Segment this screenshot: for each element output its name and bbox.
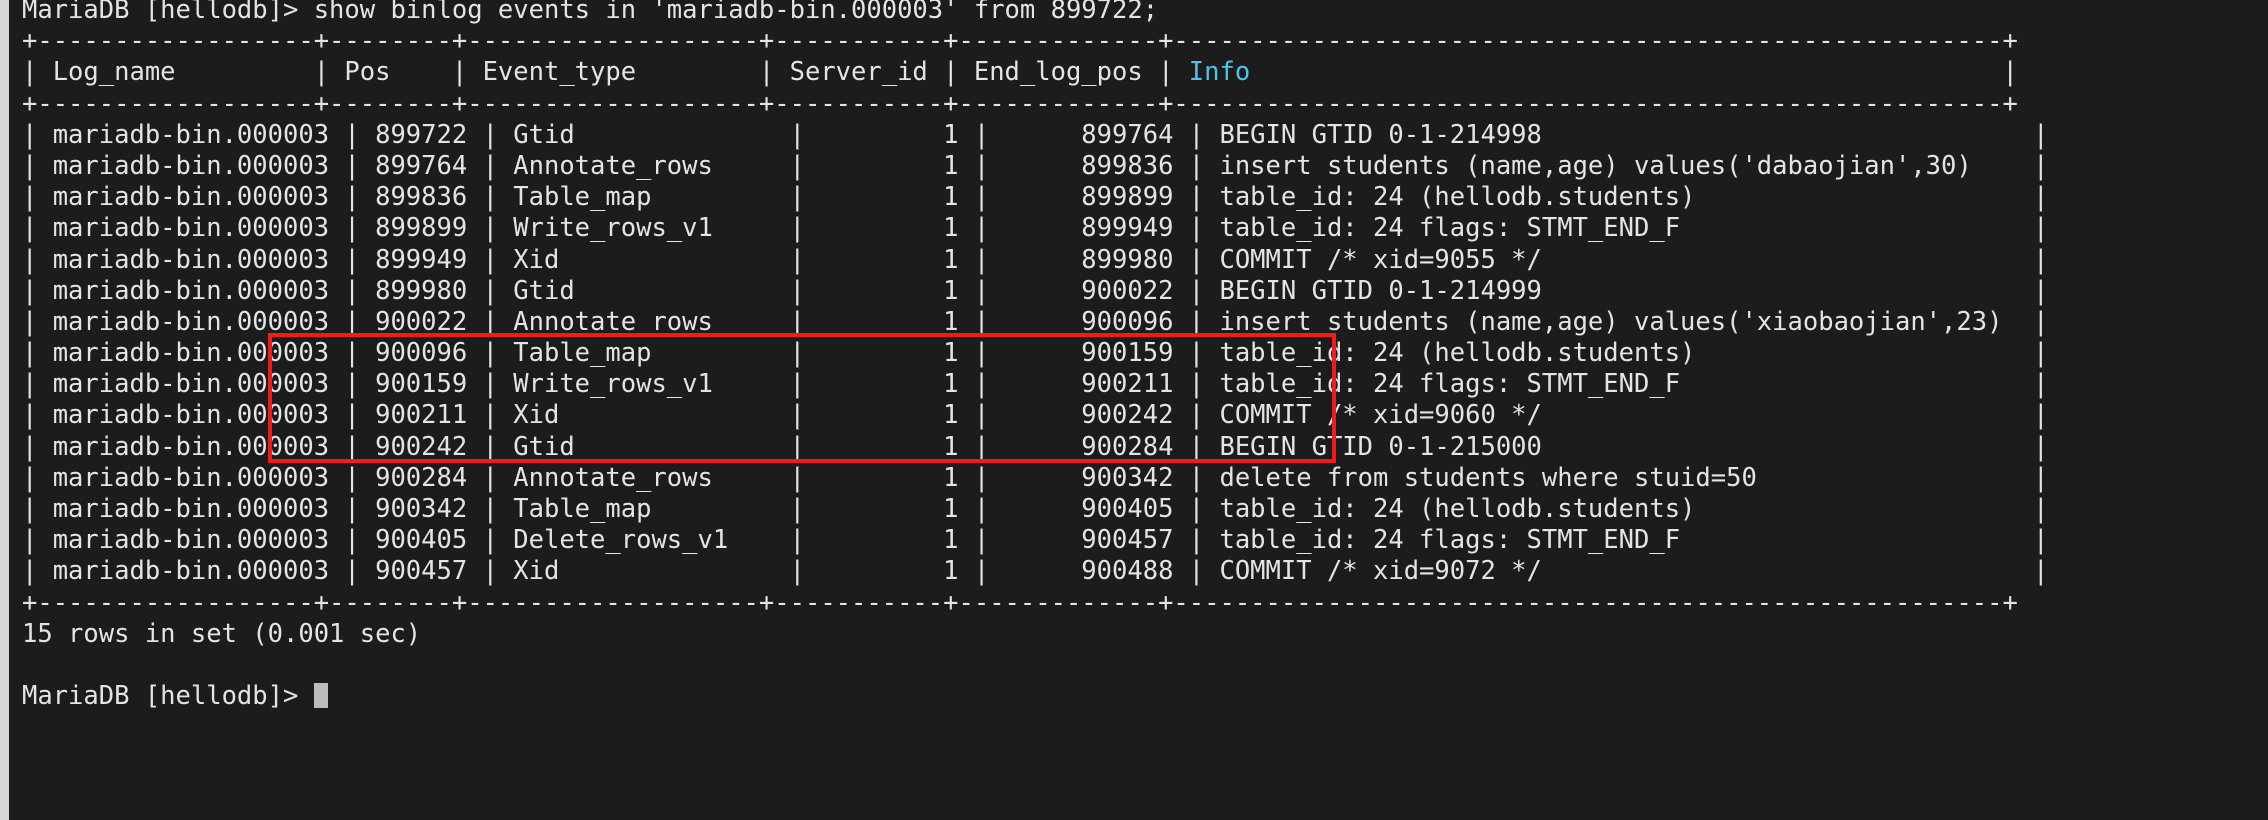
- table-header-info-column: Info: [1189, 57, 1250, 87]
- table-row: | mariadb-bin.000003 | 900242 | Gtid | 1…: [9, 432, 2268, 463]
- table-top-border: +------------------+--------+-----------…: [9, 26, 2268, 57]
- table-row: | mariadb-bin.000003 | 900457 | Xid | 1 …: [9, 556, 2268, 587]
- table-bottom-border: +------------------+--------+-----------…: [9, 588, 2268, 619]
- table-row: | mariadb-bin.000003 | 900022 | Annotate…: [9, 307, 2268, 338]
- table-header-row: | Log_name | Pos | Event_type | Server_i…: [9, 57, 2268, 88]
- table-row: | mariadb-bin.000003 | 899949 | Xid | 1 …: [9, 245, 2268, 276]
- table-row: | mariadb-bin.000003 | 900211 | Xid | 1 …: [9, 400, 2268, 431]
- table-row: | mariadb-bin.000003 | 899722 | Gtid | 1…: [9, 120, 2268, 151]
- table-row: | mariadb-bin.000003 | 899836 | Table_ma…: [9, 182, 2268, 213]
- table-row: | mariadb-bin.000003 | 900284 | Annotate…: [9, 463, 2268, 494]
- prompt-label: MariaDB [hellodb]>: [22, 681, 314, 711]
- command-line: MariaDB [hellodb]> show binlog events in…: [9, 0, 2268, 26]
- table-header-separator: +------------------+--------+-----------…: [9, 89, 2268, 120]
- table-header-trailing-pad: |: [1250, 57, 2018, 87]
- scrollbar-gutter[interactable]: [0, 0, 9, 820]
- blank-line: [9, 650, 2268, 681]
- shell-prompt-line[interactable]: MariaDB [hellodb]>: [9, 681, 2268, 712]
- terminal-screen[interactable]: MariaDB [hellodb]> MariaDB [hellodb]> sh…: [9, 0, 2268, 820]
- table-row: | mariadb-bin.000003 | 899899 | Write_ro…: [9, 213, 2268, 244]
- table-row: | mariadb-bin.000003 | 900159 | Write_ro…: [9, 369, 2268, 400]
- table-row: | mariadb-bin.000003 | 899980 | Gtid | 1…: [9, 276, 2268, 307]
- terminal-window[interactable]: MariaDB [hellodb]> MariaDB [hellodb]> sh…: [0, 0, 2268, 820]
- table-row: | mariadb-bin.000003 | 900342 | Table_ma…: [9, 494, 2268, 525]
- table-row: | mariadb-bin.000003 | 900096 | Table_ma…: [9, 338, 2268, 369]
- text-cursor: [314, 683, 328, 708]
- table-row: | mariadb-bin.000003 | 899764 | Annotate…: [9, 151, 2268, 182]
- table-row: | mariadb-bin.000003 | 900405 | Delete_r…: [9, 525, 2268, 556]
- result-status-line: 15 rows in set (0.001 sec): [9, 619, 2268, 650]
- table-header-leading-columns: | Log_name | Pos | Event_type | Server_i…: [22, 57, 1189, 87]
